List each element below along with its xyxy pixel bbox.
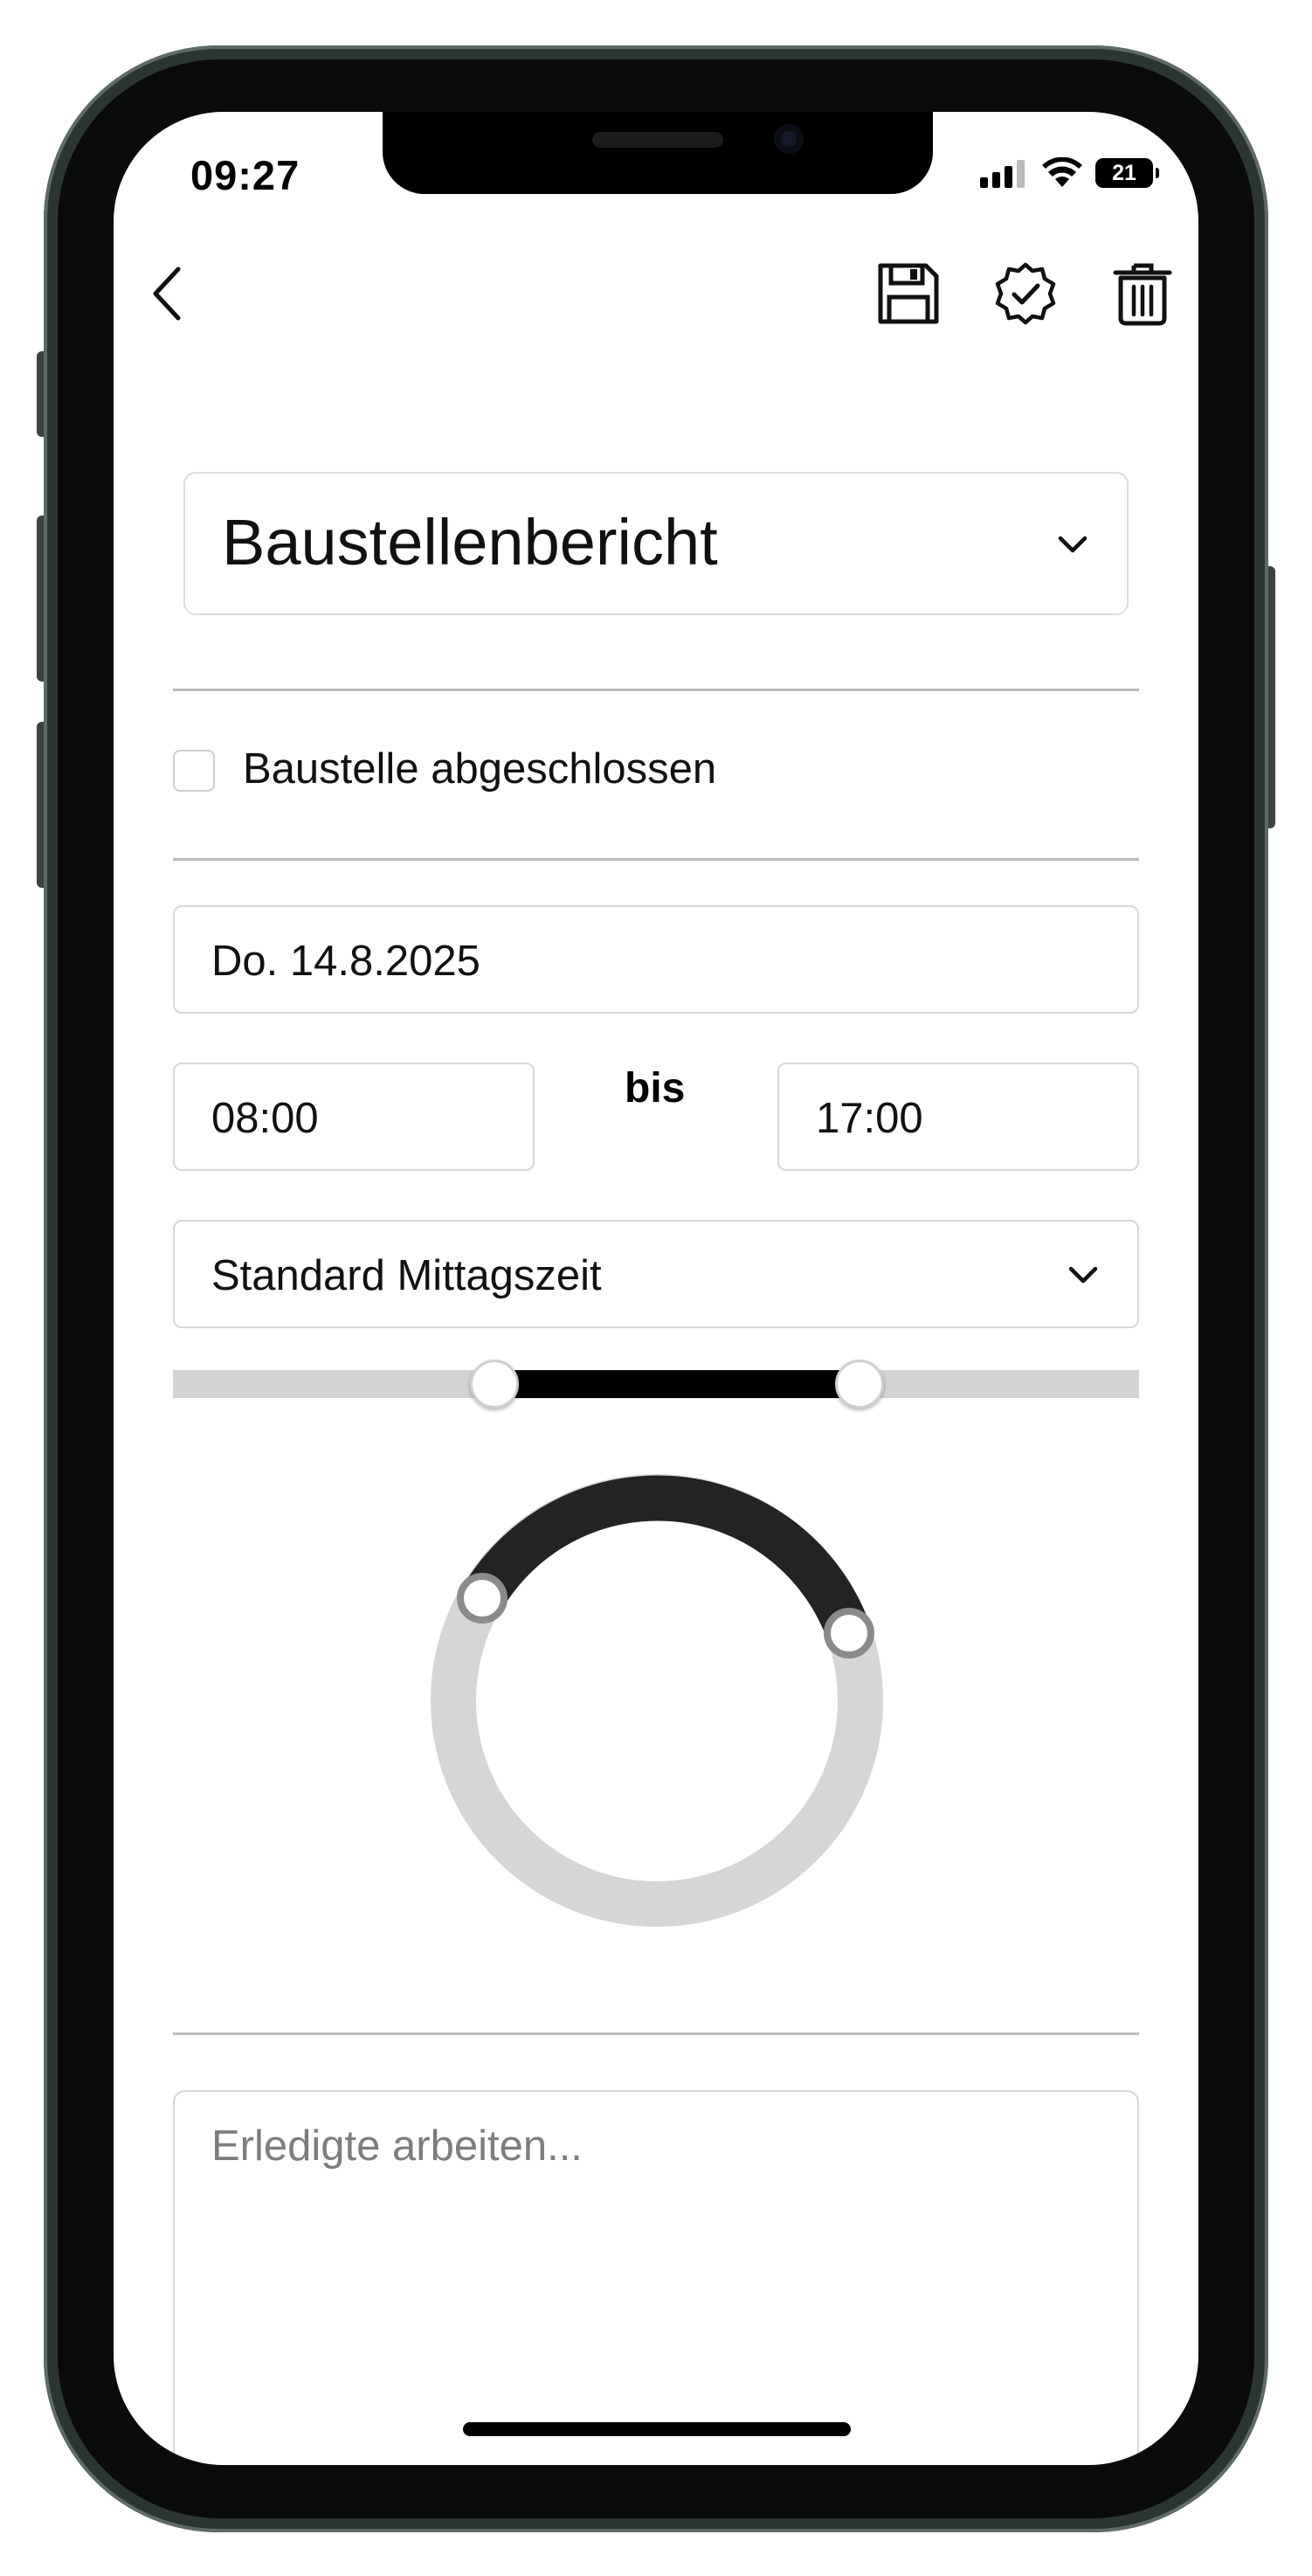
trash-icon — [1113, 263, 1172, 326]
site-closed-label: Baustelle abgeschlossen — [243, 745, 717, 793]
signal-icon — [980, 160, 1025, 188]
notch — [383, 112, 933, 194]
approve-button[interactable] — [984, 252, 1067, 336]
date-field[interactable]: Do. 14.8.2025 — [173, 905, 1139, 1014]
time-separator: bis — [625, 1065, 686, 1111]
ring-end-handle[interactable] — [824, 1608, 874, 1658]
site-closed-checkbox[interactable] — [173, 750, 215, 792]
delete-button[interactable] — [1101, 252, 1184, 336]
save-button[interactable] — [867, 252, 950, 336]
chevron-left-icon — [153, 267, 181, 321]
notes-placeholder: Erledigte arbeiten... — [211, 2122, 583, 2170]
notes-textarea[interactable]: Erledigte arbeiten... — [173, 2090, 1139, 2465]
divider — [173, 689, 1139, 691]
status-time: 09:27 — [190, 152, 300, 198]
divider — [173, 858, 1139, 861]
lunch-select[interactable]: Standard Mittagszeit — [173, 1220, 1139, 1328]
speaker-grill — [592, 132, 723, 148]
date-value: Do. 14.8.2025 — [211, 938, 480, 985]
chevron-down-icon — [1068, 1266, 1098, 1284]
lunch-range-selected — [494, 1370, 860, 1398]
battery-level: 21 — [1112, 160, 1136, 185]
badge-check-icon — [995, 262, 1056, 325]
slider-start-handle[interactable] — [470, 1360, 519, 1409]
time-ring-dial[interactable] — [430, 1473, 884, 1928]
end-time-field[interactable]: 17:00 — [777, 1063, 1139, 1171]
chevron-down-icon — [1058, 536, 1088, 553]
back-button[interactable] — [133, 259, 203, 329]
wifi-icon — [1042, 157, 1082, 187]
divider — [173, 2032, 1139, 2035]
ring-start-handle[interactable] — [457, 1573, 508, 1624]
front-camera — [774, 124, 804, 154]
report-type-value: Baustellenbericht — [222, 506, 718, 578]
device-mockup: 09:27 21 Baustellenbericht Baustelle abg… — [0, 0, 1312, 2576]
report-type-select[interactable]: Baustellenbericht — [183, 472, 1129, 615]
app-screen: 09:27 21 Baustellenbericht Baustelle abg… — [114, 112, 1198, 2465]
start-time-field[interactable]: 08:00 — [173, 1063, 535, 1171]
slider-end-handle[interactable] — [835, 1360, 884, 1409]
lunch-value: Standard Mittagszeit — [211, 1252, 602, 1299]
status-icons: 21 — [980, 157, 1159, 189]
battery-icon: 21 — [1095, 158, 1159, 188]
home-indicator[interactable] — [463, 2422, 851, 2436]
end-time-value: 17:00 — [816, 1095, 923, 1142]
start-time-value: 08:00 — [211, 1095, 319, 1142]
floppy-disk-icon — [878, 263, 939, 324]
